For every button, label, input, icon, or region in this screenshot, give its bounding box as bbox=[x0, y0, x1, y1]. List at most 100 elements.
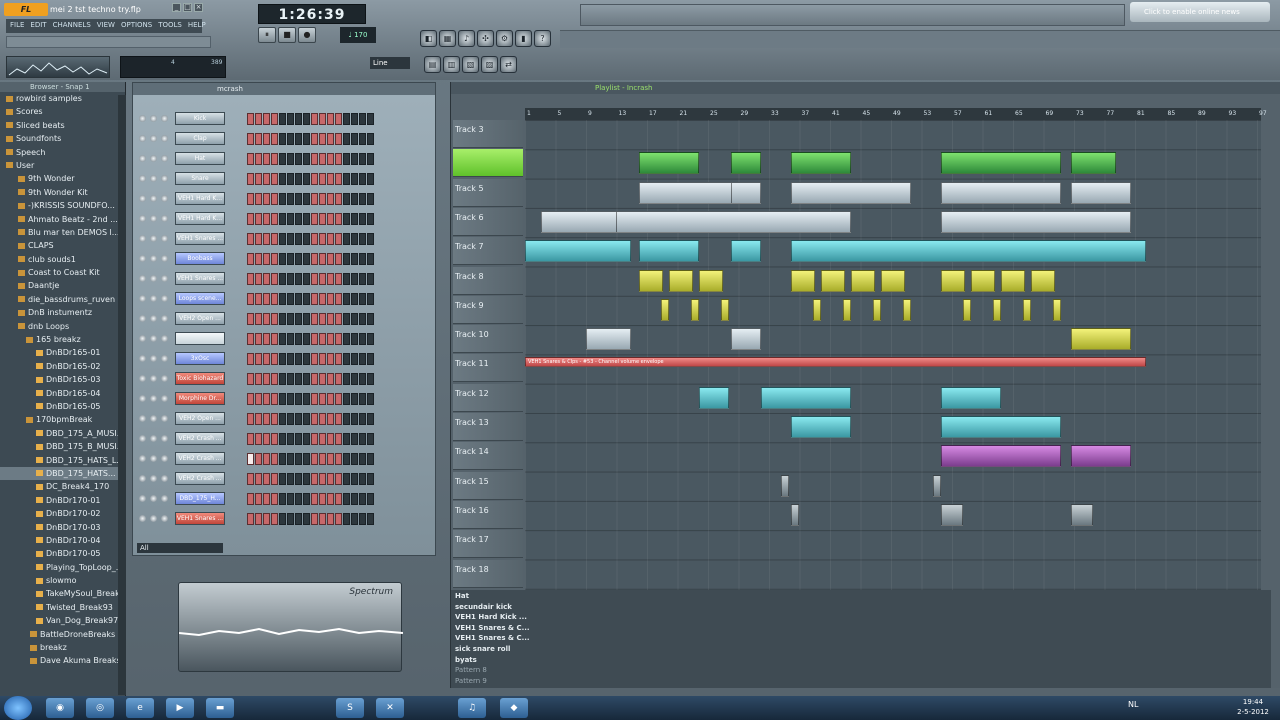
pattern-clip[interactable] bbox=[586, 328, 631, 351]
pattern-item[interactable]: sick snare roll bbox=[455, 645, 510, 653]
step-button[interactable] bbox=[295, 233, 302, 245]
step-button[interactable] bbox=[271, 153, 278, 165]
track-header[interactable]: Track 17 bbox=[453, 530, 523, 559]
step-button[interactable] bbox=[287, 253, 294, 265]
step-button[interactable] bbox=[263, 513, 270, 525]
pattern-clip[interactable] bbox=[791, 503, 799, 526]
step-button[interactable] bbox=[319, 193, 326, 205]
channel-name-button[interactable]: Hat bbox=[175, 152, 225, 165]
step-button[interactable] bbox=[359, 113, 366, 125]
browser-item[interactable]: DBD_175_B_MUSI... bbox=[0, 440, 125, 453]
step-button[interactable] bbox=[247, 113, 254, 125]
browser-item[interactable]: TakeMySoul_Break... bbox=[0, 587, 125, 600]
step-button[interactable] bbox=[295, 353, 302, 365]
step-button[interactable] bbox=[359, 453, 366, 465]
step-button[interactable] bbox=[367, 313, 374, 325]
step-button[interactable] bbox=[303, 353, 310, 365]
pattern-clip[interactable] bbox=[851, 269, 875, 292]
step-button[interactable] bbox=[287, 413, 294, 425]
browser-item[interactable]: DBD_175_HATS_L... bbox=[0, 454, 125, 467]
mute-led-icon[interactable] bbox=[139, 515, 146, 522]
step-button[interactable] bbox=[343, 233, 350, 245]
plugin-icon[interactable]: ▮ bbox=[515, 30, 532, 47]
mute-led-icon[interactable] bbox=[139, 215, 146, 222]
step-button[interactable] bbox=[327, 213, 334, 225]
browser-item[interactable]: DnBDr170-04 bbox=[0, 534, 125, 547]
browser-item[interactable]: dnb Loops bbox=[0, 320, 125, 333]
browser-item[interactable]: Dave Akuma Breaks bbox=[0, 654, 125, 667]
channel-row[interactable]: VEH2 Crash ... bbox=[137, 451, 427, 467]
step-button[interactable] bbox=[367, 133, 374, 145]
step-button[interactable] bbox=[263, 453, 270, 465]
pan-knob-icon[interactable] bbox=[150, 295, 157, 302]
channel-name-button[interactable] bbox=[175, 332, 225, 345]
step-button[interactable] bbox=[359, 513, 366, 525]
step-button[interactable] bbox=[351, 273, 358, 285]
browser-item[interactable]: Scores bbox=[0, 105, 125, 118]
mute-led-icon[interactable] bbox=[139, 475, 146, 482]
menu-item-view[interactable]: VIEW bbox=[97, 21, 115, 31]
step-button[interactable] bbox=[351, 153, 358, 165]
step-button[interactable] bbox=[335, 273, 342, 285]
browser-item[interactable]: User bbox=[0, 159, 125, 172]
pan-knob-icon[interactable] bbox=[150, 235, 157, 242]
step-button[interactable] bbox=[263, 293, 270, 305]
browser-item[interactable]: Twisted_Break93 bbox=[0, 601, 125, 614]
step-button[interactable] bbox=[327, 453, 334, 465]
pattern-item[interactable]: Pattern 8 bbox=[455, 666, 487, 674]
step-button[interactable] bbox=[279, 213, 286, 225]
step-button[interactable] bbox=[255, 153, 262, 165]
browser-item[interactable]: CLAPS bbox=[0, 239, 125, 252]
step-button[interactable] bbox=[359, 293, 366, 305]
pattern-clip[interactable] bbox=[933, 474, 941, 497]
step-button[interactable] bbox=[311, 353, 318, 365]
step-button[interactable] bbox=[343, 193, 350, 205]
step-button[interactable] bbox=[303, 293, 310, 305]
browser-item[interactable]: slowmo bbox=[0, 574, 125, 587]
step-button[interactable] bbox=[327, 293, 334, 305]
step-button[interactable] bbox=[263, 473, 270, 485]
mute-led-icon[interactable] bbox=[139, 335, 146, 342]
step-button[interactable] bbox=[311, 273, 318, 285]
song-position[interactable]: 1:26:39 bbox=[258, 4, 366, 24]
step-button[interactable] bbox=[335, 233, 342, 245]
pattern-clip[interactable] bbox=[1023, 298, 1031, 321]
step-button[interactable] bbox=[255, 233, 262, 245]
menu-item-help[interactable]: HELP bbox=[188, 21, 206, 31]
step-button[interactable] bbox=[351, 413, 358, 425]
step-button[interactable] bbox=[287, 153, 294, 165]
step-button[interactable] bbox=[287, 513, 294, 525]
step-button[interactable] bbox=[279, 493, 286, 505]
mute-led-icon[interactable] bbox=[139, 195, 146, 202]
channel-row[interactable]: VEH1 Hard K... bbox=[137, 191, 427, 207]
step-button[interactable] bbox=[287, 373, 294, 385]
pattern-clip[interactable] bbox=[821, 269, 845, 292]
mute-led-icon[interactable] bbox=[139, 155, 146, 162]
channel-name-button[interactable]: Morphine Dr... bbox=[175, 392, 225, 405]
browser-item[interactable]: Playing_TopLoop_... bbox=[0, 561, 125, 574]
step-button[interactable] bbox=[295, 493, 302, 505]
step-button[interactable] bbox=[311, 513, 318, 525]
step-button[interactable] bbox=[303, 233, 310, 245]
step-button[interactable] bbox=[295, 473, 302, 485]
channel-row[interactable]: VEH1 Snares ... bbox=[137, 271, 427, 287]
step-button[interactable] bbox=[367, 333, 374, 345]
browser-item[interactable]: DnBDr165-03 bbox=[0, 373, 125, 386]
step-button[interactable] bbox=[287, 473, 294, 485]
android-taskbar-icon[interactable]: ◆ bbox=[500, 698, 528, 718]
step-button[interactable] bbox=[279, 153, 286, 165]
pattern-clip[interactable] bbox=[669, 269, 693, 292]
step-button[interactable] bbox=[263, 313, 270, 325]
channel-name-button[interactable]: DBD_175_H... bbox=[175, 492, 225, 505]
step-button[interactable] bbox=[335, 173, 342, 185]
pattern-clip[interactable] bbox=[1071, 328, 1131, 351]
pattern-clip[interactable] bbox=[1053, 298, 1061, 321]
step-button[interactable] bbox=[279, 353, 286, 365]
volume-knob-icon[interactable] bbox=[161, 515, 168, 522]
volume-knob-icon[interactable] bbox=[161, 215, 168, 222]
step-button[interactable] bbox=[271, 433, 278, 445]
step-button[interactable] bbox=[255, 273, 262, 285]
pattern-clip[interactable] bbox=[1071, 152, 1116, 175]
step-button[interactable] bbox=[351, 313, 358, 325]
channel-row[interactable]: Morphine Dr... bbox=[137, 391, 427, 407]
